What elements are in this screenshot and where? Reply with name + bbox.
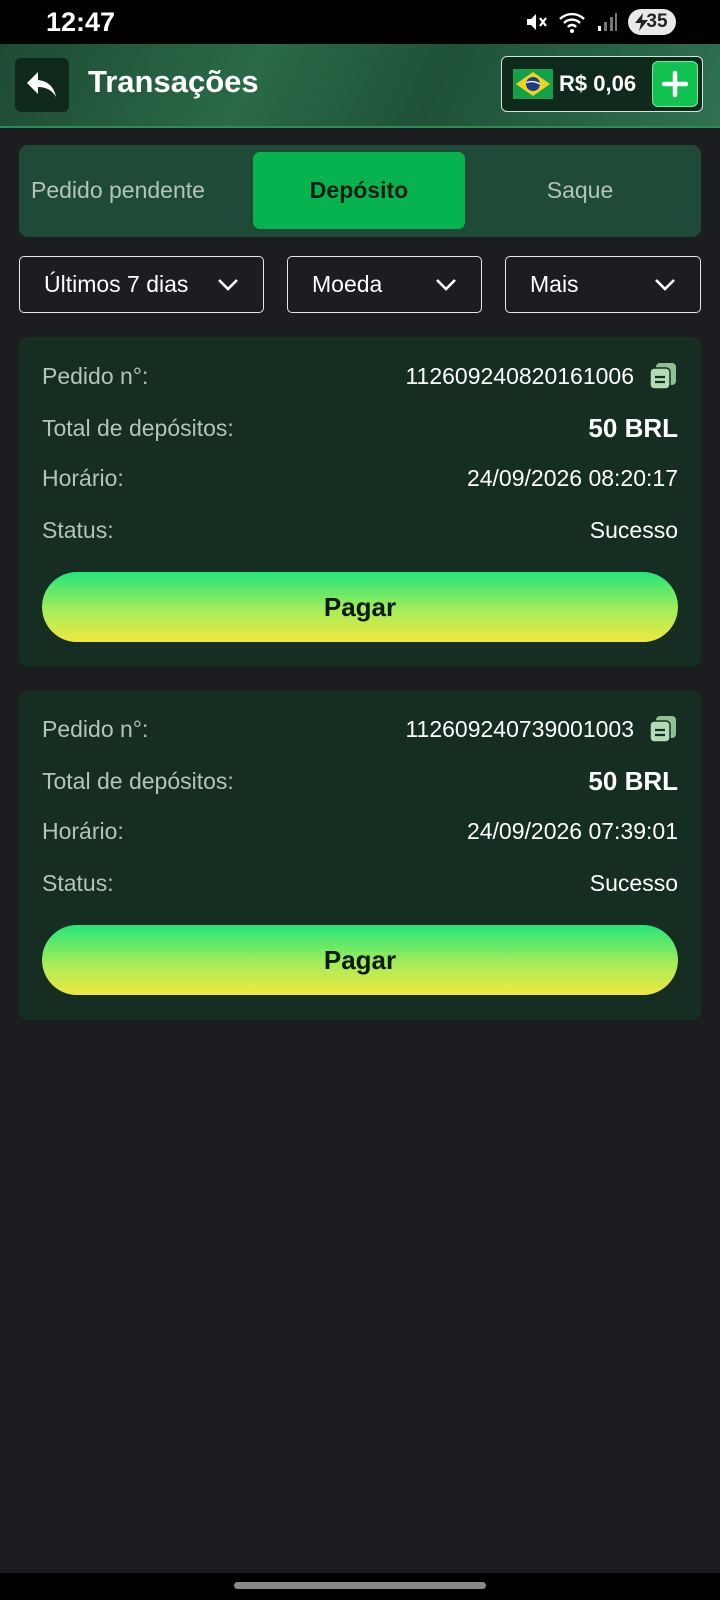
more-filter[interactable]: Mais bbox=[505, 256, 701, 313]
period-filter-label: Últimos 7 dias bbox=[44, 271, 189, 297]
total-row: Total de depósitos: 50 BRL bbox=[42, 411, 678, 445]
balance-amount: R$ 0,06 bbox=[559, 71, 637, 96]
order-value-wrap: 112609240820161006 bbox=[405, 361, 678, 391]
balance-box: R$ 0,06 bbox=[501, 56, 703, 112]
tab-deposit[interactable]: Depósito bbox=[253, 152, 465, 229]
status-time: 12:47 bbox=[46, 6, 116, 37]
time-row: Horário: 24/09/2026 08:20:17 bbox=[42, 461, 678, 495]
order-row: Pedido n°: 112609240739001003 bbox=[42, 712, 678, 746]
order-label: Pedido n°: bbox=[42, 715, 149, 742]
time-label: Horário: bbox=[42, 464, 124, 491]
copy-icon[interactable] bbox=[648, 361, 678, 391]
total-value: 50 BRL bbox=[588, 765, 678, 796]
plus-icon bbox=[661, 70, 689, 98]
transaction-tabs: Pedido pendente Depósito Saque bbox=[19, 145, 701, 237]
time-value: 24/09/2026 07:39:01 bbox=[466, 817, 678, 844]
back-arrow-icon bbox=[27, 72, 56, 97]
pay-button[interactable]: Pagar bbox=[42, 925, 678, 995]
status-label: Status: bbox=[42, 516, 114, 543]
battery-indicator: 35 bbox=[628, 9, 676, 35]
add-funds-button[interactable] bbox=[652, 61, 698, 107]
time-value: 24/09/2026 08:20:17 bbox=[466, 464, 678, 491]
transaction-card: Pedido n°: 112609240820161006 Total de d… bbox=[19, 337, 701, 667]
system-nav-bar bbox=[0, 1573, 720, 1600]
period-filter[interactable]: Últimos 7 dias bbox=[19, 256, 264, 313]
chevron-down-icon bbox=[655, 278, 675, 291]
back-button[interactable] bbox=[15, 58, 69, 112]
currency-filter-label: Moeda bbox=[312, 271, 383, 297]
time-label: Horário: bbox=[42, 817, 124, 844]
currency-filter[interactable]: Moeda bbox=[287, 256, 482, 313]
app-header: Transações R$ 0,06 bbox=[0, 44, 720, 128]
total-label: Total de depósitos: bbox=[42, 767, 234, 794]
total-row: Total de depósitos: 50 BRL bbox=[42, 764, 678, 798]
total-value: 50 BRL bbox=[588, 412, 678, 443]
page-title: Transações bbox=[88, 64, 259, 99]
order-value-wrap: 112609240739001003 bbox=[405, 714, 678, 744]
mute-icon bbox=[527, 14, 547, 30]
chevron-down-icon bbox=[436, 278, 456, 291]
bolt-icon bbox=[635, 13, 648, 31]
status-bar: 12:47 35 bbox=[0, 0, 720, 44]
wifi-icon bbox=[559, 12, 585, 33]
chevron-down-icon bbox=[218, 278, 238, 291]
copy-icon[interactable] bbox=[648, 714, 678, 744]
more-filter-label: Mais bbox=[530, 271, 579, 297]
status-row: Status: Sucesso bbox=[42, 866, 678, 900]
signal-icon bbox=[598, 13, 617, 31]
order-number: 112609240739001003 bbox=[405, 715, 634, 742]
order-number: 112609240820161006 bbox=[405, 362, 634, 389]
transaction-card: Pedido n°: 112609240739001003 Total de d… bbox=[19, 690, 701, 1020]
pay-button[interactable]: Pagar bbox=[42, 572, 678, 642]
tab-pending-order[interactable]: Pedido pendente bbox=[31, 152, 253, 229]
status-value: Sucesso bbox=[589, 869, 678, 896]
status-row: Status: Sucesso bbox=[42, 513, 678, 547]
home-indicator[interactable] bbox=[234, 1582, 486, 1589]
time-row: Horário: 24/09/2026 07:39:01 bbox=[42, 814, 678, 848]
order-row: Pedido n°: 112609240820161006 bbox=[42, 359, 678, 393]
tab-withdraw[interactable]: Saque bbox=[473, 152, 687, 229]
brazil-flag-icon bbox=[513, 69, 553, 99]
total-label: Total de depósitos: bbox=[42, 414, 234, 441]
status-label: Status: bbox=[42, 869, 114, 896]
status-value: Sucesso bbox=[589, 516, 678, 543]
status-icons: 35 bbox=[524, 9, 676, 35]
order-label: Pedido n°: bbox=[42, 362, 149, 389]
